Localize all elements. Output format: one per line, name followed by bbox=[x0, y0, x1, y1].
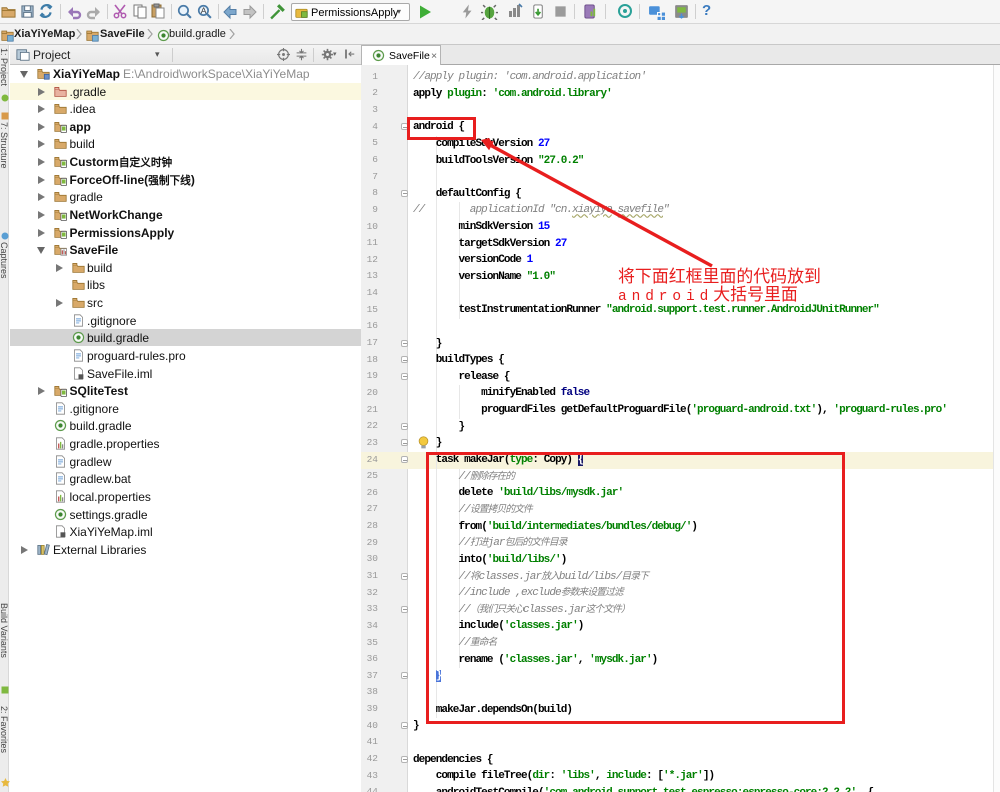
svg-text:A: A bbox=[201, 6, 207, 16]
